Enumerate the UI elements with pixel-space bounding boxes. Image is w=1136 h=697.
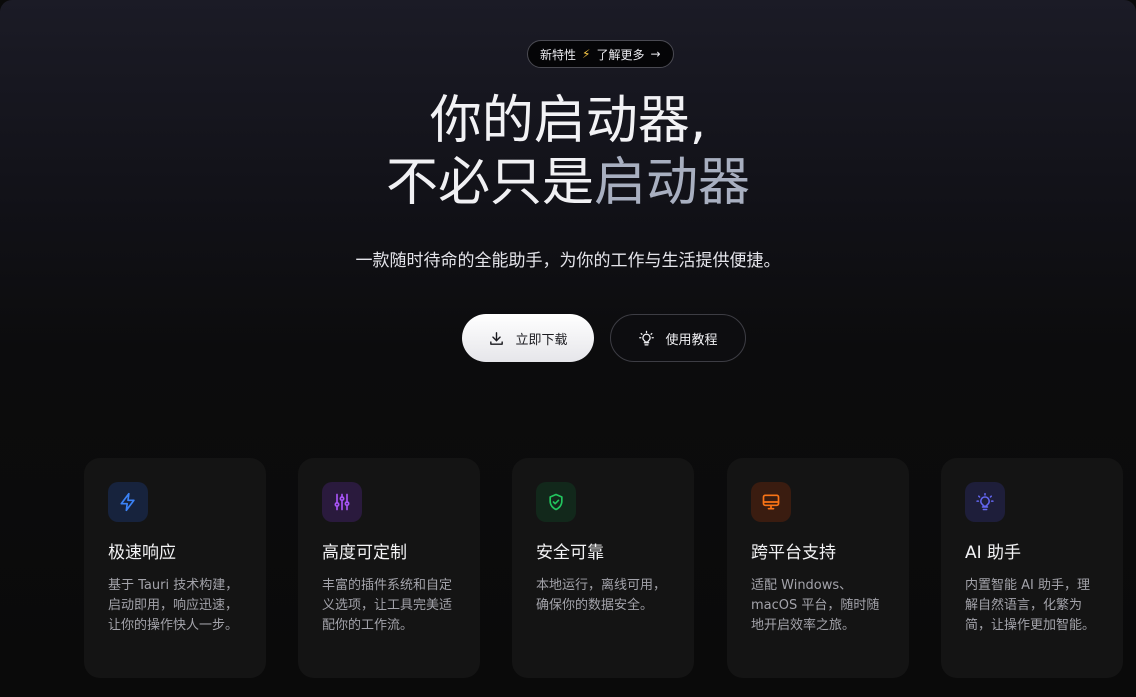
lightning-icon: ⚡ <box>582 47 591 61</box>
feature-title: 跨平台支持 <box>751 543 836 563</box>
feature-card-ai-assistant: AI 助手 内置智能 AI 助手，理解自然语言，化繁为简，让操作更加智能。 <box>941 458 1123 678</box>
hero-subtitle: 一款随时待命的全能助手，为你的工作与生活提供便捷。 <box>355 251 781 271</box>
tutorial-button-label: 使用教程 <box>665 332 718 348</box>
shield-check-icon <box>549 493 563 511</box>
feature-description: 丰富的插件系统和自定义选项，让工具完美适配你的工作流。 <box>322 578 453 633</box>
feature-card-secure: 安全可靠 本地运行，离线可用，确保你的数据安全。 <box>512 458 694 678</box>
hero-title-line1: 你的启动器, <box>429 91 707 151</box>
download-icon <box>490 331 504 345</box>
bolt-icon <box>120 492 135 512</box>
arrow-right-icon: → <box>650 47 661 61</box>
feature-description: 基于 Tauri 技术构建，启动即用，响应迅速，让你的操作快人一步。 <box>108 578 239 633</box>
hero-title-line2-part1: 不必只是 <box>385 153 594 213</box>
sliders-icon <box>334 493 350 511</box>
badge-label: 新特性 <box>540 47 577 62</box>
feature-icon-box <box>965 482 1005 522</box>
new-feature-badge[interactable]: 新特性 ⚡ 了解更多 → <box>527 40 674 68</box>
lightbulb-icon <box>976 492 994 511</box>
download-button-label: 立即下载 <box>515 332 568 348</box>
hero-title-line2: 不必只是启动器 <box>0 152 1136 214</box>
feature-card-speed: 极速响应 基于 Tauri 技术构建，启动即用，响应迅速，让你的操作快人一步。 <box>84 458 266 678</box>
feature-description: 内置智能 AI 助手，理解自然语言，化繁为简，让操作更加智能。 <box>965 578 1096 633</box>
hero-title: 你的启动器, 不必只是启动器 <box>0 90 1136 214</box>
lightbulb-icon <box>639 330 655 346</box>
feature-title: AI 助手 <box>965 543 1022 563</box>
learn-more-link[interactable]: 了解更多 <box>596 46 644 63</box>
landing-page: 新特性 ⚡ 了解更多 → 你的启动器, 不必只是启动器 一款随时待命的全能助手，… <box>0 0 1136 697</box>
feature-card-cross-platform: 跨平台支持 适配 Windows、macOS 平台，随时随地开启效率之旅。 <box>727 458 909 678</box>
feature-description: 本地运行，离线可用，确保你的数据安全。 <box>536 578 667 613</box>
feature-description: 适配 Windows、macOS 平台，随时随地开启效率之旅。 <box>751 578 880 633</box>
feature-icon-box <box>322 482 362 522</box>
download-button[interactable]: 立即下载 <box>462 314 594 362</box>
hero-title-line2-part2: 启动器 <box>594 153 751 213</box>
feature-card-customizable: 高度可定制 丰富的插件系统和自定义选项，让工具完美适配你的工作流。 <box>298 458 480 678</box>
feature-title: 高度可定制 <box>322 543 407 563</box>
feature-icon-box <box>536 482 576 522</box>
tutorial-button[interactable]: 使用教程 <box>610 314 746 362</box>
monitor-icon <box>762 494 780 510</box>
feature-title: 安全可靠 <box>536 543 604 563</box>
feature-icon-box <box>108 482 148 522</box>
feature-icon-box <box>751 482 791 522</box>
feature-title: 极速响应 <box>108 543 176 563</box>
